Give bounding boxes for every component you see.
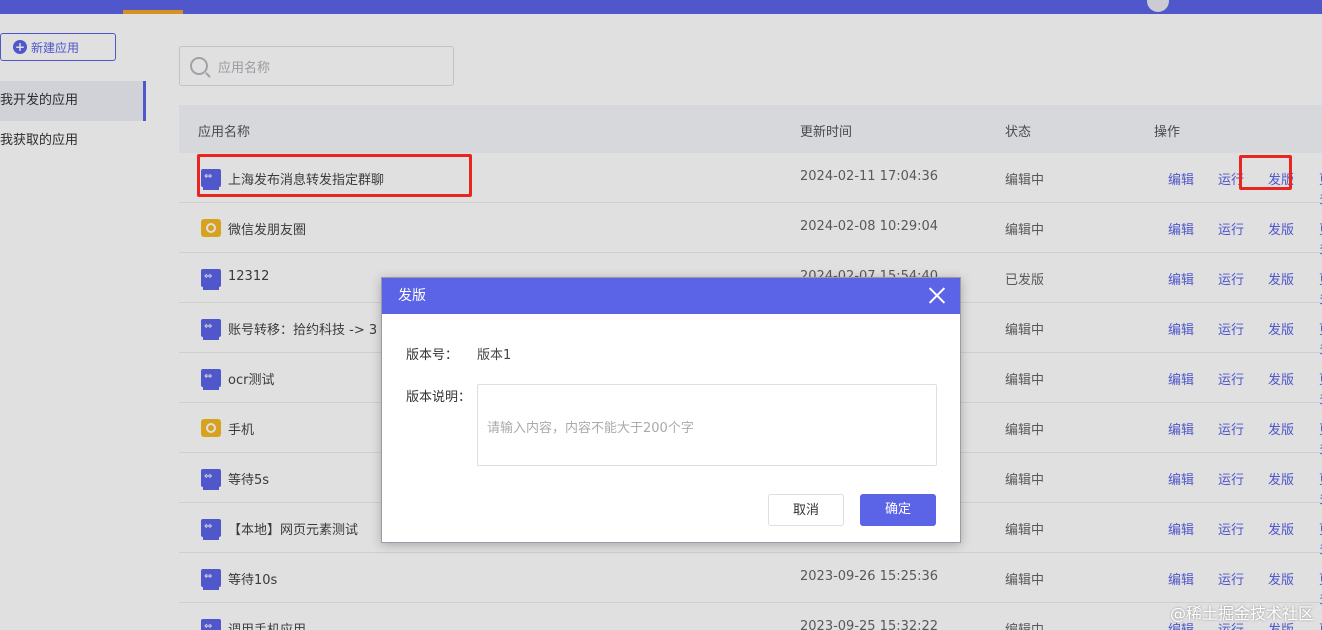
description-placeholder: 请输入内容，内容不能大于200个字 (487, 421, 694, 436)
publish-dialog: 发版 版本号： 版本1 版本说明： 请输入内容，内容不能大于200个字 取消 确… (381, 277, 961, 543)
version-value: 版本1 (477, 348, 512, 363)
watermark: @稀土掘金技术社区 (1169, 604, 1314, 623)
dialog-title: 发版 (398, 288, 426, 304)
description-textarea[interactable]: 请输入内容，内容不能大于200个字 (477, 384, 937, 466)
dialog-header: 发版 (382, 278, 960, 314)
version-label: 版本号： (406, 348, 459, 363)
highlight-box-app-name (197, 154, 472, 197)
description-label: 版本说明： (406, 390, 472, 405)
highlight-box-publish (1239, 155, 1292, 190)
confirm-button[interactable]: 确定 (860, 494, 936, 526)
cancel-button[interactable]: 取消 (768, 494, 844, 526)
close-icon[interactable] (928, 286, 946, 304)
